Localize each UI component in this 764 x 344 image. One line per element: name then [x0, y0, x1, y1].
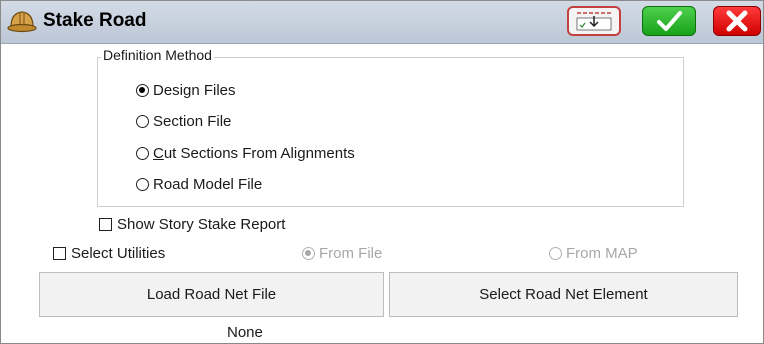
- select-utilities-label: Select Utilities: [71, 245, 166, 262]
- radio-cut-sections[interactable]: Cut Sections From Alignments: [136, 145, 355, 162]
- title-bar: Stake Road: [1, 1, 763, 44]
- selected-file-status: None: [227, 324, 263, 341]
- checkmark-icon: [643, 7, 695, 35]
- layout-settings-icon: [569, 8, 619, 34]
- layout-settings-button[interactable]: [567, 6, 621, 36]
- radio-road-model-file[interactable]: Road Model File: [136, 176, 262, 193]
- show-story-stake-report-checkbox[interactable]: Show Story Stake Report: [99, 216, 285, 233]
- radio-cut-sections-label: Cut Sections From Alignments: [153, 145, 355, 162]
- radio-road-model-file-label: Road Model File: [153, 176, 263, 193]
- show-story-stake-report-label: Show Story Stake Report: [117, 216, 286, 233]
- show-story-stake-report-box[interactable]: [99, 218, 112, 231]
- radio-design-files[interactable]: Design Files: [136, 82, 236, 99]
- radio-from-map-label: From MAP: [566, 245, 638, 262]
- radio-from-file-indicator: [302, 247, 315, 260]
- radio-section-file-indicator[interactable]: [136, 115, 149, 128]
- radio-design-files-label: Design Files: [153, 82, 236, 99]
- load-road-net-file-button[interactable]: Load Road Net File: [39, 272, 384, 317]
- window-title: Stake Road: [43, 10, 147, 31]
- stake-road-dialog: Stake Road Definition Method Design File…: [0, 0, 764, 344]
- radio-design-files-indicator[interactable]: [136, 84, 149, 97]
- close-icon: [714, 7, 760, 35]
- definition-method-legend: Definition Method: [101, 47, 214, 63]
- close-button[interactable]: [713, 6, 761, 36]
- radio-section-file[interactable]: Section File: [136, 113, 231, 130]
- radio-road-model-file-indicator[interactable]: [136, 178, 149, 191]
- accept-button[interactable]: [642, 6, 696, 36]
- select-road-net-element-button[interactable]: Select Road Net Element: [389, 272, 738, 317]
- radio-from-map: From MAP: [549, 245, 638, 262]
- select-utilities-checkbox[interactable]: Select Utilities: [53, 245, 165, 262]
- radio-from-file-label: From File: [319, 245, 383, 262]
- radio-from-map-indicator: [549, 247, 562, 260]
- hard-hat-icon: [7, 7, 37, 35]
- select-utilities-box[interactable]: [53, 247, 66, 260]
- radio-section-file-label: Section File: [153, 113, 232, 130]
- radio-cut-sections-label-rest: ut Sections From Alignments: [163, 145, 355, 162]
- radio-cut-sections-mnemonic: C: [153, 145, 164, 162]
- radio-cut-sections-indicator[interactable]: [136, 147, 149, 160]
- radio-from-file: From File: [302, 245, 382, 262]
